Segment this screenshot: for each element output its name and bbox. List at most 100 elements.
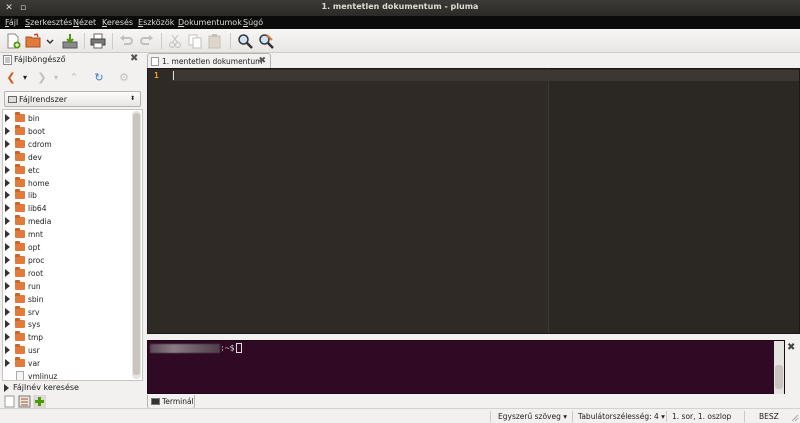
tree-row-folder[interactable]: sbin bbox=[3, 292, 131, 306]
close-side-panel-icon[interactable]: ✖ bbox=[130, 53, 138, 64]
folder-icon bbox=[15, 124, 25, 135]
tree-row-folder[interactable]: media bbox=[3, 215, 131, 228]
expand-arrow-icon[interactable] bbox=[5, 165, 10, 174]
open-dropdown-icon[interactable] bbox=[43, 32, 55, 50]
undo-icon[interactable] bbox=[117, 32, 135, 50]
tree-row-folder[interactable]: run bbox=[3, 279, 131, 293]
tree-item-name: dev bbox=[28, 152, 42, 162]
menu-tools[interactable]: Eszközök bbox=[138, 18, 174, 27]
tree-row-folder[interactable]: home bbox=[3, 176, 131, 190]
refresh-icon[interactable]: ↻ bbox=[92, 71, 106, 85]
tree-scrollbar[interactable] bbox=[132, 111, 141, 379]
expand-arrow-icon[interactable] bbox=[5, 333, 10, 342]
folder-icon bbox=[15, 279, 25, 290]
close-bottom-panel-icon[interactable]: ✖ bbox=[787, 342, 795, 353]
tree-row-folder[interactable]: lib bbox=[3, 189, 131, 202]
forward-icon[interactable]: ❯ bbox=[35, 71, 49, 85]
tree-row-folder[interactable]: mnt bbox=[3, 228, 131, 241]
documents-tab-icon[interactable] bbox=[3, 395, 16, 408]
tree-row-folder[interactable]: proc bbox=[3, 253, 131, 267]
tree-row-folder[interactable]: opt bbox=[3, 241, 131, 254]
new-document-icon[interactable] bbox=[4, 32, 22, 50]
filename-search-expander[interactable]: Fájlnév keresése bbox=[0, 382, 143, 394]
redacted-user-host bbox=[150, 343, 220, 353]
tree-row-folder[interactable]: boot bbox=[3, 124, 131, 138]
location-combo[interactable]: Fájlrendszer ⬍ bbox=[4, 91, 141, 107]
tree-scrollbar-thumb[interactable] bbox=[133, 113, 140, 375]
up-icon[interactable]: ⌃ bbox=[67, 71, 81, 85]
tree-row-folder[interactable]: tmp bbox=[3, 331, 131, 344]
expand-arrow-icon[interactable] bbox=[5, 204, 10, 213]
tree-row-folder[interactable]: lib64 bbox=[3, 202, 131, 215]
expand-arrow-icon[interactable] bbox=[5, 346, 10, 355]
print-icon[interactable] bbox=[89, 32, 107, 50]
redo-icon[interactable] bbox=[138, 32, 156, 50]
toolbar-separator bbox=[161, 33, 162, 49]
folder-icon bbox=[15, 266, 25, 277]
syntax-mode-selector[interactable]: Egyszerű szöveg ▾ bbox=[498, 412, 567, 421]
expand-arrow-icon[interactable] bbox=[5, 268, 10, 277]
tree-row-folder[interactable]: etc bbox=[3, 163, 131, 177]
expand-arrow-icon[interactable] bbox=[5, 320, 10, 329]
expand-arrow-icon[interactable] bbox=[5, 230, 10, 239]
menu-help[interactable]: Súgó bbox=[243, 18, 263, 27]
back-icon[interactable]: ❮ bbox=[4, 71, 18, 85]
expand-arrow-icon[interactable] bbox=[5, 114, 10, 122]
tree-row-folder[interactable]: srv bbox=[3, 305, 131, 319]
menu-file[interactable]: Fájl bbox=[5, 18, 18, 27]
document-tab-bar: 1. mentetlen dokumentum ✖ bbox=[147, 53, 800, 68]
tree-row-folder[interactable]: cdrom bbox=[3, 137, 131, 151]
tab-terminal[interactable]: Terminál bbox=[147, 395, 195, 409]
tree-row-folder[interactable]: usr bbox=[3, 344, 131, 357]
file-browser-tab-icon[interactable] bbox=[18, 395, 31, 408]
expand-arrow-icon[interactable] bbox=[5, 191, 10, 200]
resize-grip-icon[interactable] bbox=[789, 412, 799, 422]
insert-mode: BESZ bbox=[759, 412, 779, 421]
expander-arrow-icon bbox=[4, 384, 9, 392]
save-icon[interactable] bbox=[61, 32, 79, 50]
text-editor[interactable]: 1 bbox=[147, 68, 800, 334]
terminal-scrollbar-thumb[interactable] bbox=[775, 365, 783, 389]
terminal-scrollbar[interactable] bbox=[774, 341, 784, 394]
forward-dropdown-icon[interactable]: ▾ bbox=[49, 71, 63, 85]
tree-row-file[interactable]: vmlinuz bbox=[3, 370, 131, 380]
document-tab[interactable]: 1. mentetlen dokumentum ✖ bbox=[147, 53, 271, 68]
expand-arrow-icon[interactable] bbox=[5, 255, 10, 264]
expand-arrow-icon[interactable] bbox=[5, 294, 10, 303]
open-folder-icon[interactable] bbox=[24, 32, 42, 50]
line-number-gutter: 1 bbox=[148, 69, 172, 333]
tree-row-folder[interactable]: root bbox=[3, 266, 131, 280]
filter-icon[interactable]: ⚙ bbox=[117, 71, 131, 85]
expand-arrow-icon[interactable] bbox=[5, 217, 10, 226]
snippets-tab-icon[interactable] bbox=[33, 395, 46, 408]
tab-width-selector[interactable]: Tabulátorszélesség: 4 ▾ bbox=[578, 412, 665, 421]
expand-arrow-icon[interactable] bbox=[5, 152, 10, 161]
expand-arrow-icon[interactable] bbox=[5, 243, 10, 251]
expand-arrow-icon[interactable] bbox=[5, 359, 10, 368]
terminal-view[interactable]: :~$ bbox=[147, 340, 785, 394]
menu-search[interactable]: Keresés bbox=[102, 18, 133, 27]
tree-row-folder[interactable]: var bbox=[3, 357, 131, 370]
filename-search-label: Fájlnév keresése bbox=[13, 383, 79, 392]
status-separator bbox=[666, 411, 667, 422]
paste-icon[interactable] bbox=[206, 32, 224, 50]
close-tab-icon[interactable]: ✖ bbox=[258, 56, 266, 66]
menu-documents[interactable]: Dokumentumok bbox=[178, 18, 242, 27]
tree-row-folder[interactable]: sys bbox=[3, 318, 131, 331]
expand-arrow-icon[interactable] bbox=[5, 307, 10, 316]
expand-arrow-icon[interactable] bbox=[5, 281, 10, 290]
menu-edit[interactable]: Szerkesztés bbox=[25, 18, 72, 27]
expand-arrow-icon[interactable] bbox=[5, 139, 10, 148]
copy-icon[interactable] bbox=[186, 32, 204, 50]
find-icon[interactable] bbox=[236, 32, 254, 50]
syntax-mode-label: Egyszerű szöveg bbox=[498, 412, 561, 421]
back-dropdown-icon[interactable]: ▾ bbox=[18, 71, 32, 85]
cut-icon[interactable] bbox=[166, 32, 184, 50]
expand-arrow-icon[interactable] bbox=[5, 178, 10, 187]
menu-view[interactable]: Nézet bbox=[73, 18, 96, 27]
expand-arrow-icon[interactable] bbox=[5, 126, 10, 135]
tree-row-folder[interactable]: dev bbox=[3, 150, 131, 164]
tree-row-folder[interactable]: bin bbox=[3, 112, 131, 125]
folder-icon bbox=[15, 163, 25, 174]
find-replace-icon[interactable] bbox=[257, 32, 275, 50]
